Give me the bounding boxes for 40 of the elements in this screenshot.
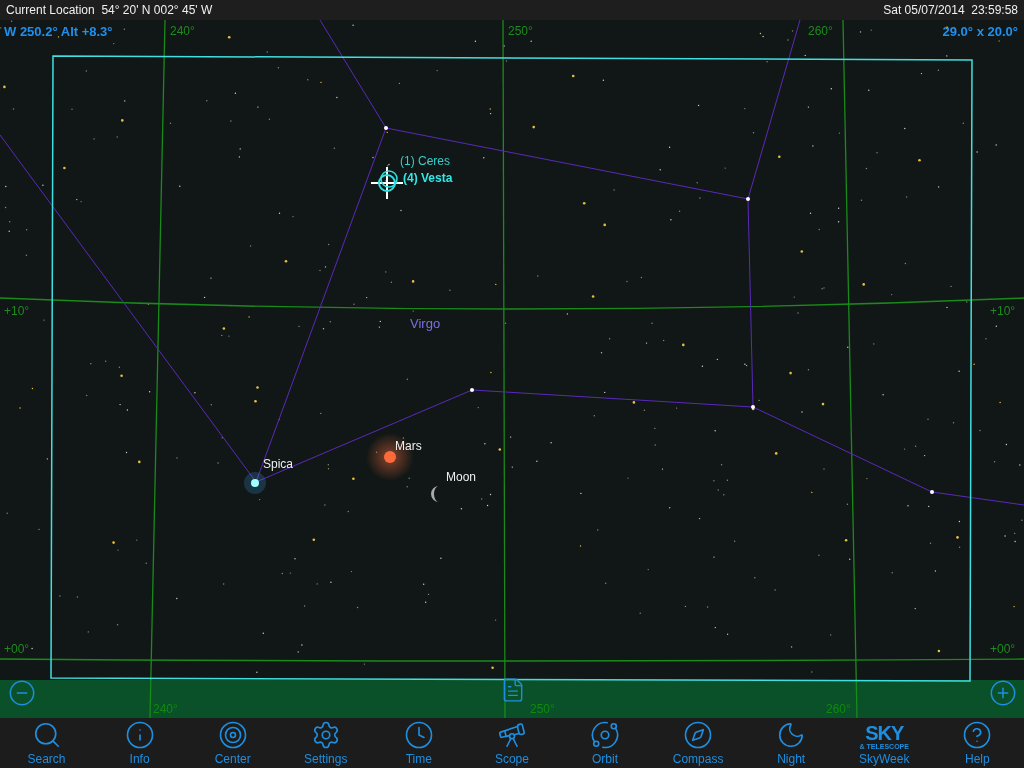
star-label: Spica xyxy=(263,458,294,470)
orbit-icon xyxy=(590,720,620,750)
info-icon xyxy=(124,720,155,750)
heading-readout: W 250.2° Alt +8.3° xyxy=(4,25,113,38)
toolbar-button[interactable]: Time xyxy=(378,718,459,768)
help-icon xyxy=(962,720,993,750)
datetime-text: Sat 05/07/2014 23:59:58 xyxy=(883,3,1018,17)
toolbar-button[interactable]: Help xyxy=(937,718,1018,768)
zoom-out-button[interactable] xyxy=(8,679,36,707)
toolbar-button[interactable]: Center xyxy=(192,718,273,768)
compass-icon xyxy=(683,720,714,750)
grid-label: +10° xyxy=(4,305,30,317)
clock-icon xyxy=(403,720,434,750)
grid-label: 260° xyxy=(808,25,833,37)
planet-label: Mars xyxy=(395,440,422,452)
toolbar-button[interactable]: Compass xyxy=(658,718,739,768)
grid-label: 250° xyxy=(508,25,533,37)
telescope-icon xyxy=(496,720,527,750)
location-text: Current Location 54° 20' N 002° 45' W xyxy=(6,3,213,17)
moon-label: Moon xyxy=(446,471,477,483)
asteroid-label[interactable]: (1) Ceres xyxy=(400,155,450,167)
target-icon xyxy=(217,720,248,750)
toolbar-button[interactable]: Night xyxy=(751,718,832,768)
grid-label: +00° xyxy=(4,643,30,655)
grid-label: +10° xyxy=(990,305,1016,317)
grid-label: 240° xyxy=(153,703,178,715)
grid-label: +00° xyxy=(990,643,1016,655)
toolbar-button[interactable]: Search xyxy=(6,718,87,768)
grid-label: 260° xyxy=(826,703,851,715)
toolbar-button[interactable]: Settings xyxy=(285,718,366,768)
grid-label: 250° xyxy=(530,703,555,715)
constellation-label: Virgo xyxy=(410,317,441,330)
zoom-in-button[interactable] xyxy=(989,679,1017,707)
field-of-view-readout: 29.0° x 20.0° xyxy=(942,25,1018,38)
crosshair-icon xyxy=(371,167,403,199)
toolbar-button[interactable]: Info xyxy=(99,718,180,768)
grid-label: 240° xyxy=(170,25,195,37)
toolbar-button[interactable]: Scope xyxy=(471,718,552,768)
asteroid-label[interactable]: (4) Vesta xyxy=(403,172,453,184)
toolbar-button[interactable]: Orbit xyxy=(565,718,645,768)
